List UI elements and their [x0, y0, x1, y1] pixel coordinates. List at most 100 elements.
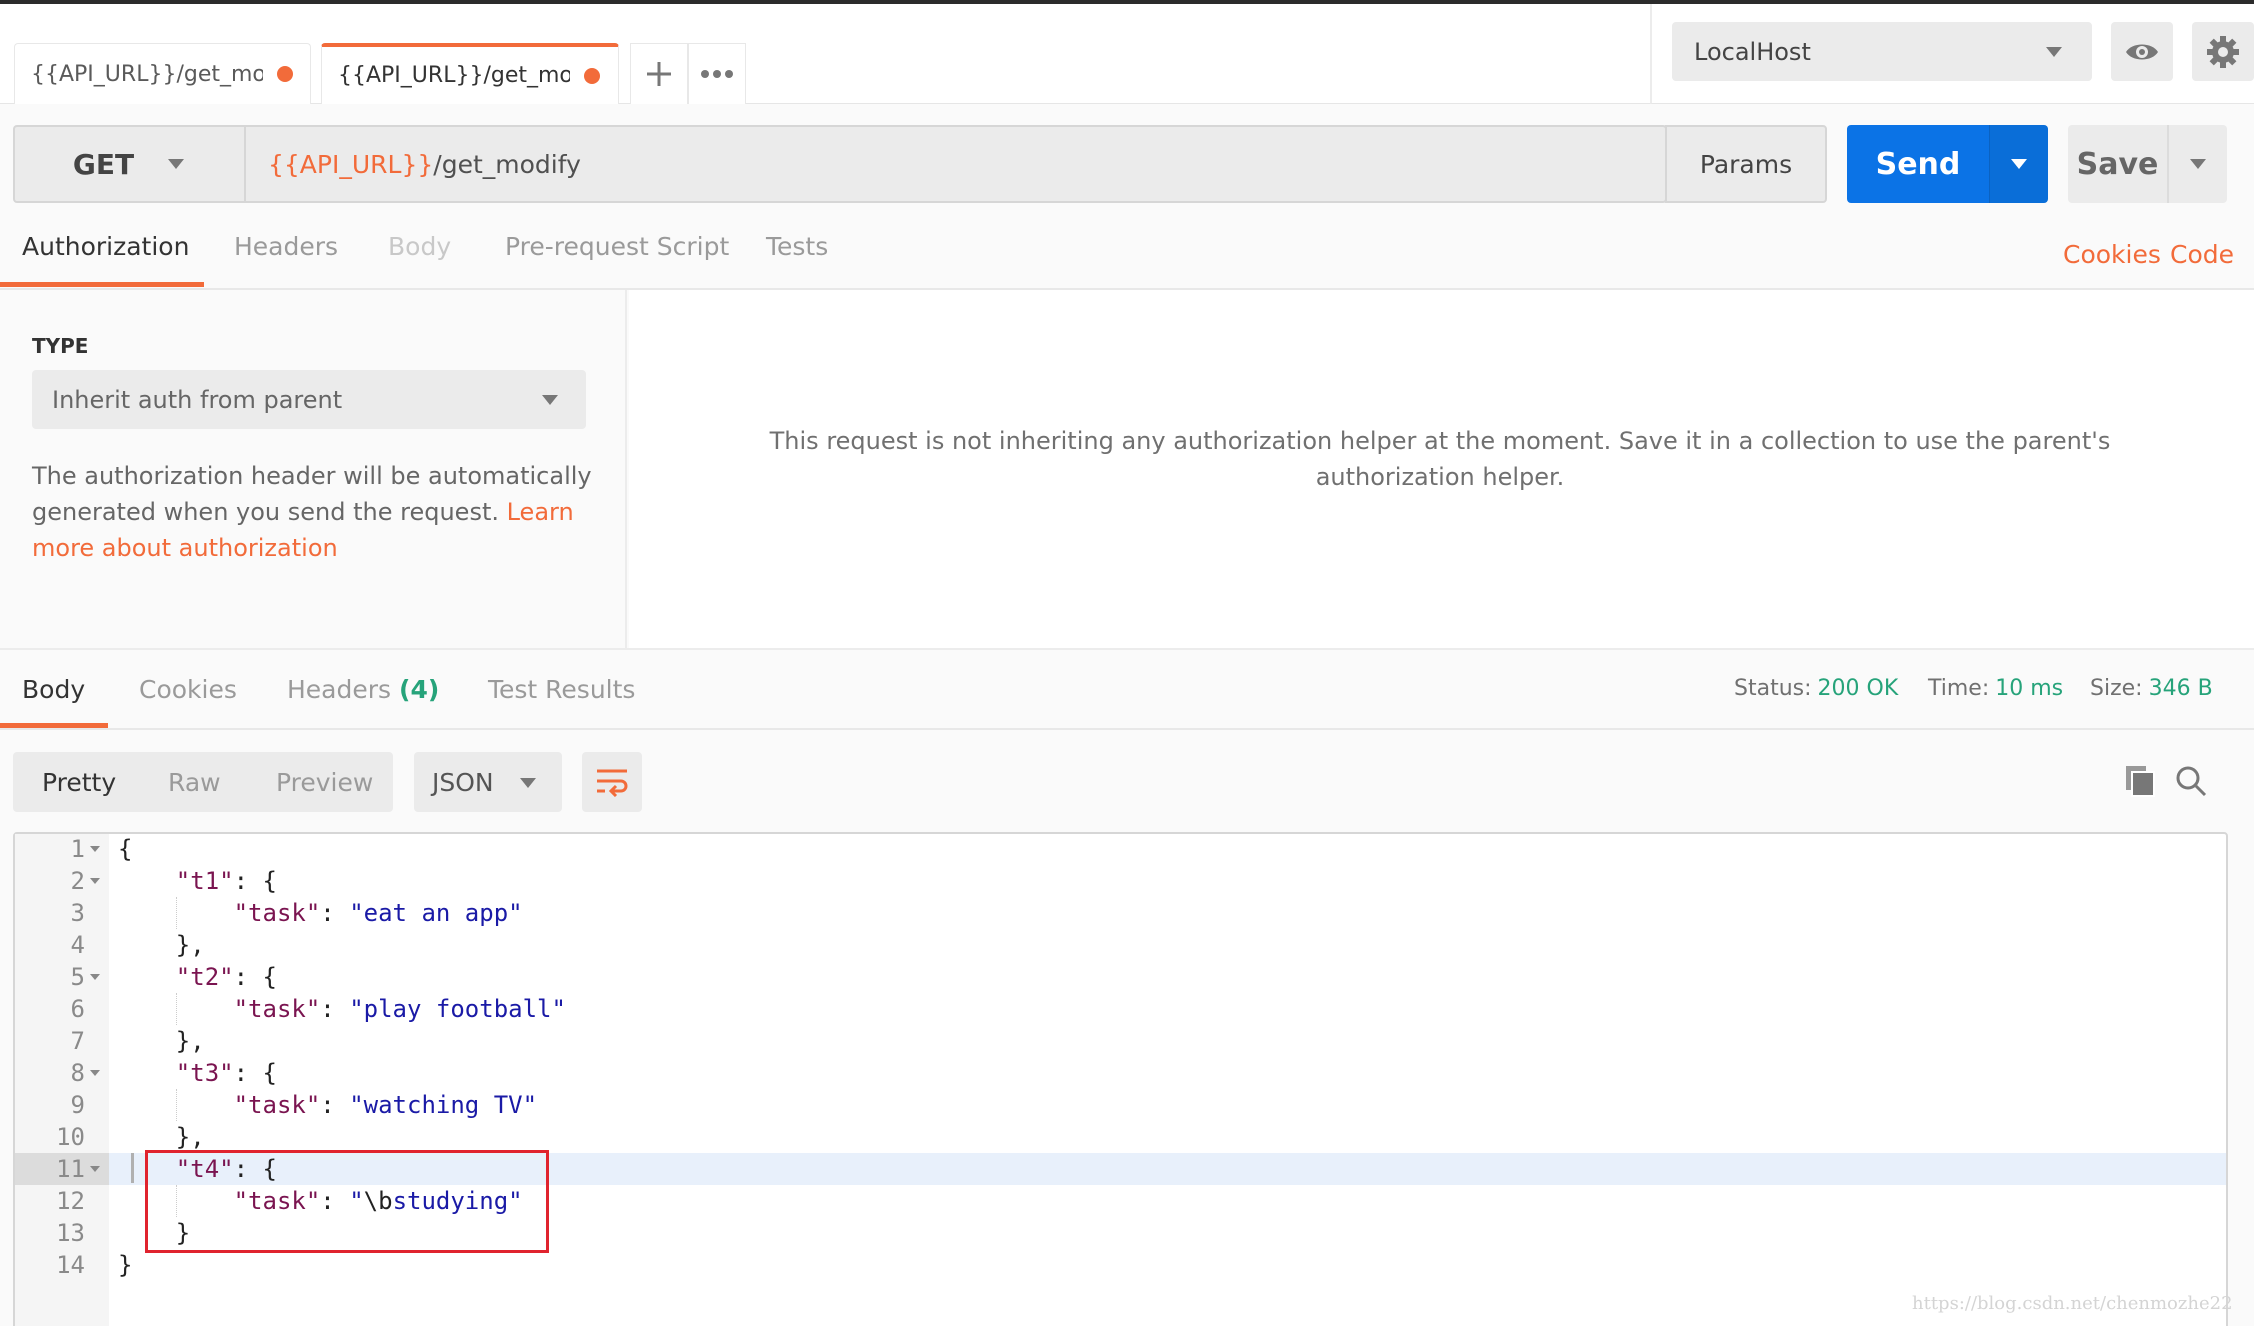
headers-count-badge: (4)	[399, 675, 440, 704]
format-select[interactable]: JSON	[414, 752, 562, 812]
more-dots-icon	[701, 70, 733, 78]
tab-authorization[interactable]: Authorization	[22, 232, 189, 261]
tab-tests[interactable]: Tests	[766, 232, 828, 261]
code-line: 1{	[15, 833, 2226, 865]
chevron-down-icon	[520, 778, 536, 788]
url-input[interactable]: {{API_URL}}/get_modify	[268, 140, 1648, 188]
response-tab-test-results[interactable]: Test Results	[488, 675, 635, 704]
fold-toggle-icon[interactable]	[90, 974, 100, 980]
request-tabs-bar	[0, 220, 2254, 290]
send-button[interactable]: Send	[1847, 125, 1989, 203]
environment-selected: LocalHost	[1694, 37, 1811, 66]
response-time: Time: 10 ms	[1928, 676, 2063, 701]
response-tab-cookies[interactable]: Cookies	[139, 675, 237, 704]
indent-guide	[176, 1185, 177, 1217]
view-raw[interactable]: Raw	[168, 768, 221, 797]
line-number: 6	[70, 995, 85, 1023]
json-key: "t3"	[175, 1059, 234, 1087]
format-value: JSON	[432, 767, 494, 797]
line-number: 8	[70, 1059, 85, 1087]
fold-toggle-icon[interactable]	[90, 878, 100, 884]
line-number: 13	[56, 1219, 85, 1247]
fold-toggle-icon[interactable]	[90, 846, 100, 852]
eye-icon	[2126, 44, 2158, 59]
status-label: Status:	[1734, 676, 1812, 701]
cookies-link[interactable]: Cookies	[2063, 240, 2161, 269]
environment-quick-look-button[interactable]	[2111, 22, 2173, 81]
line-number: 4	[70, 931, 85, 959]
auth-type-label: TYPE	[32, 334, 89, 358]
code-line: 10 },	[15, 1121, 2226, 1153]
view-pretty[interactable]: Pretty	[42, 768, 116, 797]
send-options-button[interactable]	[1989, 125, 2048, 203]
chevron-down-icon	[2046, 47, 2062, 57]
code-line: 6 "task": "play football"	[15, 993, 2226, 1025]
method-label: GET	[72, 147, 135, 181]
settings-button[interactable]	[2192, 22, 2254, 81]
save-button[interactable]: Save	[2068, 125, 2167, 203]
tab-headers[interactable]: Headers	[234, 232, 338, 261]
save-options-button[interactable]	[2167, 125, 2227, 203]
fold-toggle-icon[interactable]	[90, 1070, 100, 1076]
auth-type-value: Inherit auth from parent	[52, 385, 343, 414]
active-response-tab-indicator	[0, 723, 108, 728]
request-tab-1[interactable]: {{API_URL}}/get_modify	[14, 43, 311, 104]
response-status: Status: 200 OK	[1734, 676, 1898, 701]
line-number: 12	[56, 1187, 85, 1215]
indent-guide	[176, 1089, 177, 1121]
more-tabs-button[interactable]	[688, 43, 746, 104]
request-tab-2[interactable]: {{API_URL}}/get_modify	[321, 43, 619, 104]
code-text: "t1": {	[118, 865, 277, 897]
params-button[interactable]: Params	[1665, 125, 1827, 203]
copy-icon	[2126, 766, 2155, 797]
json-punctuation: : {	[233, 1059, 277, 1087]
tab-body[interactable]: Body	[388, 232, 451, 261]
highlight-annotation-box	[145, 1150, 549, 1253]
size-value: 346 B	[2148, 676, 2213, 701]
text-cursor	[131, 1153, 134, 1183]
size-label: Size:	[2090, 676, 2143, 701]
active-tab-indicator	[0, 282, 204, 287]
new-tab-button[interactable]	[630, 43, 688, 104]
time-value: 10 ms	[1995, 676, 2064, 701]
response-tab-body[interactable]: Body	[22, 675, 85, 704]
line-number: 2	[70, 867, 85, 895]
json-key: "t1"	[175, 867, 234, 895]
tab-pre-request-script[interactable]: Pre-request Script	[505, 232, 729, 261]
code-text: },	[118, 1121, 205, 1153]
code-line: 8 "t3": {	[15, 1057, 2226, 1089]
view-preview[interactable]: Preview	[276, 768, 373, 797]
headers-tab-label: Headers	[287, 675, 392, 704]
code-text: "task": "play football"	[118, 993, 566, 1025]
json-punctuation: },	[118, 931, 205, 959]
line-number: 5	[70, 963, 85, 991]
json-punctuation: : {	[233, 867, 277, 895]
chevron-down-icon	[2011, 159, 2027, 169]
wrap-lines-button[interactable]	[582, 752, 642, 812]
tab-label: {{API_URL}}/get_modify	[31, 61, 263, 87]
json-punctuation	[118, 963, 176, 991]
json-key: "t2"	[175, 963, 234, 991]
code-text: "t3": {	[118, 1057, 277, 1089]
auth-type-select[interactable]: Inherit auth from parent	[32, 370, 586, 429]
line-number: 3	[70, 899, 85, 927]
response-tab-headers[interactable]: Headers (4)	[287, 675, 439, 704]
code-text: "t2": {	[118, 961, 277, 993]
method-select[interactable]: GET	[13, 125, 246, 203]
line-number: 1	[70, 835, 85, 863]
fold-toggle-icon[interactable]	[90, 1166, 100, 1172]
code-line: 5 "t2": {	[15, 961, 2226, 993]
unsaved-dot-icon	[584, 67, 600, 84]
code-link[interactable]: Code	[2170, 240, 2234, 269]
code-line: 9 "task": "watching TV"	[15, 1089, 2226, 1121]
json-punctuation: :	[320, 1091, 350, 1119]
line-number: 10	[56, 1123, 85, 1151]
copy-button[interactable]	[2125, 765, 2155, 801]
code-line: 3 "task": "eat an app"	[15, 897, 2226, 929]
json-punctuation: },	[118, 1027, 205, 1055]
search-button[interactable]	[2175, 765, 2207, 801]
auth-inherit-message: This request is not inheriting any autho…	[769, 427, 2111, 491]
code-text: },	[118, 929, 205, 961]
json-key: "task"	[233, 1091, 321, 1119]
environment-select[interactable]: LocalHost	[1672, 22, 2092, 81]
